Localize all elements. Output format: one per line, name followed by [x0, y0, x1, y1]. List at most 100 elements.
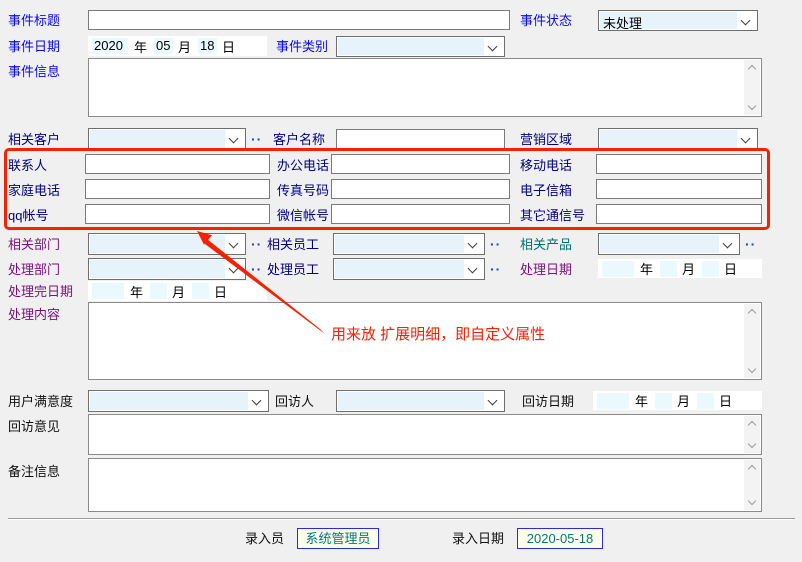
revisit-person-label: 回访人: [275, 394, 314, 409]
related-product-select[interactable]: [598, 233, 740, 255]
year-unit-label: 年: [130, 282, 143, 301]
revisit-opinion-label: 回访意见: [8, 419, 60, 434]
revisit-date-day-box[interactable]: [697, 393, 714, 409]
event-date-day-box[interactable]: 18: [198, 38, 217, 54]
event-date-field[interactable]: 2020 年 05 月 18 日: [88, 36, 267, 56]
chevron-down-icon: [229, 264, 239, 274]
chevron-down-icon: [468, 264, 478, 274]
event-entry-form: 事件标题 事件状态 未处理 事件日期 2020 年 05 月 18 日 事件类别…: [0, 0, 802, 562]
remark-textarea[interactable]: [88, 458, 762, 512]
scrollbar[interactable]: [744, 416, 760, 453]
footer-divider: [8, 518, 795, 520]
scroll-down-icon[interactable]: [744, 494, 760, 510]
related-employee-label: 相关员工: [267, 237, 319, 252]
scroll-up-icon[interactable]: [744, 60, 760, 76]
chevron-down-icon: [468, 239, 478, 249]
handle-employee-select[interactable]: [333, 258, 485, 280]
scrollbar[interactable]: [744, 304, 760, 378]
month-unit-label: 月: [172, 282, 185, 301]
year-unit-label: 年: [640, 259, 653, 278]
related-department-select[interactable]: [88, 233, 246, 255]
marketing-region-select[interactable]: [598, 128, 758, 150]
entry-person-value: 系统管理员: [297, 528, 379, 549]
satisfaction-label: 用户满意度: [8, 394, 73, 409]
contact-person-label: 联系人: [8, 158, 47, 173]
revisit-date-month-box[interactable]: [655, 393, 672, 409]
related-employee-select[interactable]: [333, 233, 485, 255]
entry-date-label: 录入日期: [452, 531, 504, 546]
chevron-down-icon: [741, 16, 751, 26]
marketing-region-label: 营销区域: [520, 132, 572, 147]
scrollbar[interactable]: [744, 460, 760, 510]
handle-employee-label: 处理员工: [267, 262, 319, 277]
scrollbar[interactable]: [744, 60, 760, 115]
handle-finish-date-day-box[interactable]: [192, 283, 209, 299]
revisit-opinion-textarea[interactable]: [88, 414, 762, 455]
chevron-down-icon: [229, 134, 239, 144]
handle-date-field[interactable]: 年 月 日: [598, 259, 762, 278]
event-category-select[interactable]: [336, 36, 505, 57]
email-input[interactable]: [596, 179, 762, 199]
day-unit-label: 日: [724, 259, 737, 278]
event-info-textarea[interactable]: [88, 58, 762, 117]
related-customer-select[interactable]: [88, 128, 246, 150]
related-customer-lookup-button[interactable]: ··: [251, 132, 262, 146]
revisit-date-field[interactable]: 年 月 日: [593, 391, 762, 410]
handle-date-month-box[interactable]: [660, 261, 677, 277]
related-department-lookup-button[interactable]: ··: [251, 237, 262, 251]
entry-person-label: 录入员: [245, 531, 284, 546]
mobile-phone-label: 移动电话: [520, 158, 572, 173]
handle-finish-date-month-box[interactable]: [150, 283, 167, 299]
wechat-account-input[interactable]: [331, 204, 510, 224]
related-employee-lookup-button[interactable]: ··: [490, 237, 501, 251]
qq-account-input[interactable]: [85, 204, 270, 224]
customer-name-input[interactable]: [336, 129, 505, 149]
chevron-down-icon: [723, 239, 733, 249]
wechat-account-label: 微信帐号: [277, 208, 329, 223]
annotation-text: 用来放 扩展明细，即自定义属性: [331, 323, 545, 344]
handle-department-lookup-button[interactable]: ··: [251, 262, 262, 276]
chevron-down-icon: [229, 239, 239, 249]
scroll-down-icon[interactable]: [744, 437, 760, 453]
event-status-select[interactable]: 未处理: [598, 10, 758, 31]
handle-finish-date-label: 处理完日期: [8, 284, 73, 299]
revisit-date-year-box[interactable]: [597, 393, 629, 409]
revisit-person-select[interactable]: [336, 390, 505, 412]
handle-finish-date-year-box[interactable]: [92, 283, 124, 299]
handle-employee-lookup-button[interactable]: ··: [490, 262, 501, 276]
handle-date-year-box[interactable]: [602, 261, 634, 277]
year-unit-label: 年: [134, 37, 147, 56]
day-unit-label: 日: [719, 391, 732, 410]
home-phone-label: 家庭电话: [8, 183, 60, 198]
remark-label: 备注信息: [8, 464, 60, 479]
handle-department-select[interactable]: [88, 258, 246, 280]
scroll-up-icon[interactable]: [744, 304, 760, 320]
event-date-year-box[interactable]: 2020: [92, 38, 128, 54]
office-phone-input[interactable]: [331, 154, 510, 174]
event-category-label: 事件类别: [276, 39, 328, 54]
related-product-lookup-button[interactable]: ··: [745, 237, 756, 251]
scroll-up-icon[interactable]: [744, 416, 760, 432]
entry-date-value: 2020-05-18: [517, 528, 603, 549]
other-im-label: 其它通信号: [520, 208, 585, 223]
handle-finish-date-field[interactable]: 年 月 日: [88, 281, 267, 301]
event-info-label: 事件信息: [8, 64, 60, 79]
mobile-phone-input[interactable]: [596, 154, 762, 174]
scroll-down-icon[interactable]: [744, 362, 760, 378]
satisfaction-select[interactable]: [88, 390, 269, 412]
month-unit-label: 月: [677, 391, 690, 410]
fax-number-input[interactable]: [331, 179, 510, 199]
scroll-down-icon[interactable]: [744, 99, 760, 115]
contact-person-input[interactable]: [85, 154, 270, 174]
event-date-month-box[interactable]: 05: [154, 38, 173, 54]
handle-date-label: 处理日期: [520, 262, 572, 277]
other-im-input[interactable]: [596, 204, 762, 224]
event-title-input[interactable]: [88, 10, 510, 30]
handle-date-day-box[interactable]: [702, 261, 719, 277]
handle-department-label: 处理部门: [8, 262, 60, 277]
scroll-up-icon[interactable]: [744, 460, 760, 476]
event-date-label: 事件日期: [8, 39, 60, 54]
related-customer-label: 相关客户: [8, 132, 60, 147]
chevron-down-icon: [488, 396, 498, 406]
home-phone-input[interactable]: [85, 179, 270, 199]
